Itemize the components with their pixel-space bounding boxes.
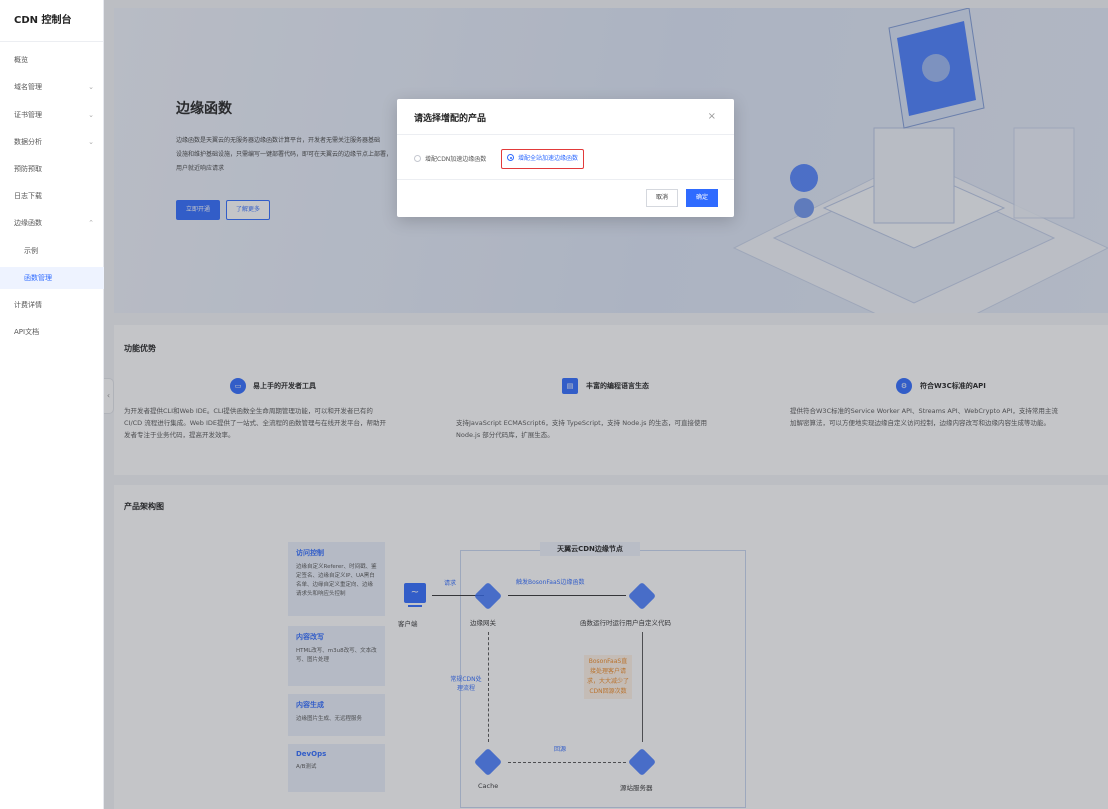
sidebar-item-label: 函数管理 bbox=[24, 274, 52, 282]
confirm-button[interactable]: 确定 bbox=[686, 189, 718, 207]
sidebar-item-analytics[interactable]: 数据分析 ⌄ bbox=[0, 131, 104, 153]
sidebar-item-label: 日志下载 bbox=[14, 192, 42, 200]
radio-dot bbox=[414, 155, 421, 162]
sidebar-item-prefetch[interactable]: 预防预取 bbox=[0, 158, 104, 180]
sidebar-item-label: 计费详情 bbox=[14, 301, 42, 309]
chevron-down-icon: ⌄ bbox=[88, 138, 94, 146]
sidebar-item-logs[interactable]: 日志下载 bbox=[0, 185, 104, 207]
radio-label: 增配CDN加速边缘函数 bbox=[425, 156, 487, 163]
modal-title: 请选择增配的产品 bbox=[414, 114, 487, 124]
radio-fullsite-edge-function[interactable]: 增配全站加速边缘函数 bbox=[501, 149, 585, 169]
sidebar-item-function-manage[interactable]: 函数管理 bbox=[0, 267, 104, 289]
chevron-up-icon: ⌃ bbox=[88, 219, 94, 227]
sidebar-item-label: 边缘函数 bbox=[14, 219, 42, 227]
sidebar-item-label: API文档 bbox=[14, 328, 40, 336]
radio-label: 增配全站加速边缘函数 bbox=[518, 155, 579, 162]
sidebar-item-label: 概览 bbox=[14, 56, 28, 64]
sidebar-item-label: 域名管理 bbox=[14, 83, 42, 91]
radio-cdn-edge-function[interactable]: 增配CDN加速边缘函数 bbox=[414, 151, 486, 169]
sidebar-item-edge-function[interactable]: 边缘函数 ⌃ bbox=[0, 212, 104, 234]
close-icon[interactable]: × bbox=[708, 111, 716, 122]
console-title: CDN 控制台 bbox=[0, 0, 103, 42]
sidebar-item-api-docs[interactable]: API文档 bbox=[0, 321, 104, 343]
select-product-modal: 请选择增配的产品 × 增配CDN加速边缘函数 增配全站加速边缘函数 取消 确定 bbox=[397, 99, 734, 217]
radio-dot-selected bbox=[507, 154, 514, 161]
sidebar-item-label: 预防预取 bbox=[14, 165, 42, 173]
chevron-down-icon: ⌄ bbox=[88, 83, 94, 91]
sidebar-item-overview[interactable]: 概览 bbox=[0, 49, 104, 71]
chevron-down-icon: ⌄ bbox=[88, 111, 94, 119]
sidebar-item-cert[interactable]: 证书管理 ⌄ bbox=[0, 104, 104, 126]
sidebar-item-examples[interactable]: 示例 bbox=[0, 240, 104, 262]
modal-divider bbox=[397, 134, 734, 135]
cancel-button[interactable]: 取消 bbox=[646, 189, 678, 207]
sidebar-item-label: 证书管理 bbox=[14, 111, 42, 119]
sidebar-item-label: 示例 bbox=[24, 247, 38, 255]
sidebar-item-billing[interactable]: 计费详情 bbox=[0, 294, 104, 316]
sidebar-item-domain[interactable]: 域名管理 ⌄ bbox=[0, 76, 104, 98]
modal-footer-divider bbox=[397, 179, 734, 180]
sidebar: CDN 控制台 概览 域名管理 ⌄ 证书管理 ⌄ 数据分析 ⌄ 预防预取 日志下载 边… bbox=[0, 0, 104, 809]
sidebar-item-label: 数据分析 bbox=[14, 138, 42, 146]
